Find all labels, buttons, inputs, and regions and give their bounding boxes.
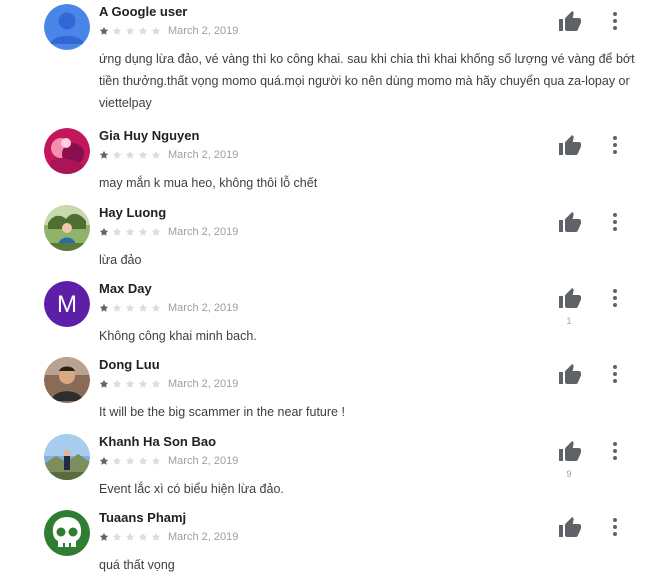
avatar[interactable] xyxy=(44,205,90,251)
star-empty-icon xyxy=(138,303,148,313)
star-empty-icon xyxy=(125,26,135,36)
star-empty-icon xyxy=(151,379,161,389)
review-text: ứng dụng lừa đảo, vé vàng thì ko công kh… xyxy=(99,52,635,110)
more-options-icon[interactable] xyxy=(606,10,624,32)
star-empty-icon xyxy=(125,150,135,160)
star-filled-icon xyxy=(99,303,109,313)
review-date: March 2, 2019 xyxy=(168,455,239,467)
more-options-icon[interactable] xyxy=(606,287,624,309)
more-options-icon[interactable] xyxy=(606,134,624,156)
star-empty-icon xyxy=(112,26,122,36)
review-text: quá thất vọng xyxy=(99,558,175,572)
user-photo xyxy=(44,128,90,174)
star-empty-icon xyxy=(138,456,148,466)
letter-avatar: M xyxy=(44,281,90,327)
more-options-icon[interactable] xyxy=(606,440,624,462)
star-empty-icon xyxy=(151,150,161,160)
star-empty-icon xyxy=(138,532,148,542)
helpful-count: 1 xyxy=(566,316,572,326)
default-user-icon xyxy=(44,4,90,50)
avatar[interactable] xyxy=(44,510,90,556)
review-date: March 2, 2019 xyxy=(168,531,239,543)
star-empty-icon xyxy=(151,456,161,466)
reviewer-name[interactable]: Hay Luong xyxy=(99,205,166,220)
avatar[interactable] xyxy=(44,4,90,50)
star-empty-icon xyxy=(112,150,122,160)
reviewer-name[interactable]: Max Day xyxy=(99,281,152,296)
more-options-icon[interactable] xyxy=(606,363,624,385)
user-photo xyxy=(44,434,90,480)
star-filled-icon xyxy=(99,456,109,466)
star-empty-icon xyxy=(125,379,135,389)
star-empty-icon xyxy=(151,303,161,313)
star-empty-icon xyxy=(125,303,135,313)
avatar[interactable] xyxy=(44,128,90,174)
star-filled-icon xyxy=(99,26,109,36)
avatar[interactable] xyxy=(44,434,90,480)
star-empty-icon xyxy=(151,26,161,36)
more-options-icon[interactable] xyxy=(606,516,624,538)
thumbs-up-icon[interactable] xyxy=(558,211,582,235)
star-empty-icon xyxy=(138,150,148,160)
star-empty-icon xyxy=(138,26,148,36)
star-filled-icon xyxy=(99,532,109,542)
thumbs-up-icon[interactable] xyxy=(558,363,582,387)
star-filled-icon xyxy=(99,379,109,389)
reviewer-name[interactable]: Tuaans Phamj xyxy=(99,510,186,525)
review-date: March 2, 2019 xyxy=(168,149,239,161)
reviewer-name[interactable]: A Google user xyxy=(99,4,187,19)
skull-icon xyxy=(44,510,90,556)
review-date: March 2, 2019 xyxy=(168,302,239,314)
star-empty-icon xyxy=(112,379,122,389)
star-empty-icon xyxy=(125,456,135,466)
thumbs-up-icon[interactable] xyxy=(558,134,582,158)
reviewer-name[interactable]: Dong Luu xyxy=(99,357,160,372)
thumbs-up-icon[interactable] xyxy=(558,440,582,464)
reviewer-name[interactable]: Gia Huy Nguyen xyxy=(99,128,199,143)
star-empty-icon xyxy=(112,303,122,313)
star-filled-icon xyxy=(99,227,109,237)
star-empty-icon xyxy=(125,532,135,542)
star-filled-icon xyxy=(99,150,109,160)
star-empty-icon xyxy=(151,532,161,542)
review-text: may mắn k mua heo, không thôi lỗ chết xyxy=(99,176,318,190)
reviewer-name[interactable]: Khanh Ha Son Bao xyxy=(99,434,216,449)
star-empty-icon xyxy=(112,532,122,542)
avatar[interactable]: M xyxy=(44,281,90,327)
thumbs-up-icon[interactable] xyxy=(558,516,582,540)
review-text: It will be the big scammer in the near f… xyxy=(99,405,345,419)
review-text: lừa đảo xyxy=(99,253,142,267)
star-empty-icon xyxy=(151,227,161,237)
review-date: March 2, 2019 xyxy=(168,226,239,238)
avatar-letter: M xyxy=(57,291,77,318)
star-empty-icon xyxy=(125,227,135,237)
review-text: Không công khai minh bach. xyxy=(99,329,257,343)
star-empty-icon xyxy=(112,227,122,237)
star-empty-icon xyxy=(112,456,122,466)
avatar[interactable] xyxy=(44,357,90,403)
more-options-icon[interactable] xyxy=(606,211,624,233)
user-photo xyxy=(44,357,90,403)
review-text: Event lắc xì có biểu hiện lừa đảo. xyxy=(99,482,284,496)
review-date: March 2, 2019 xyxy=(168,25,239,37)
star-empty-icon xyxy=(138,379,148,389)
user-photo xyxy=(44,205,90,251)
thumbs-up-icon[interactable] xyxy=(558,10,582,34)
thumbs-up-icon[interactable] xyxy=(558,287,582,311)
helpful-count: 9 xyxy=(566,469,572,479)
review-date: March 2, 2019 xyxy=(168,378,239,390)
star-empty-icon xyxy=(138,227,148,237)
